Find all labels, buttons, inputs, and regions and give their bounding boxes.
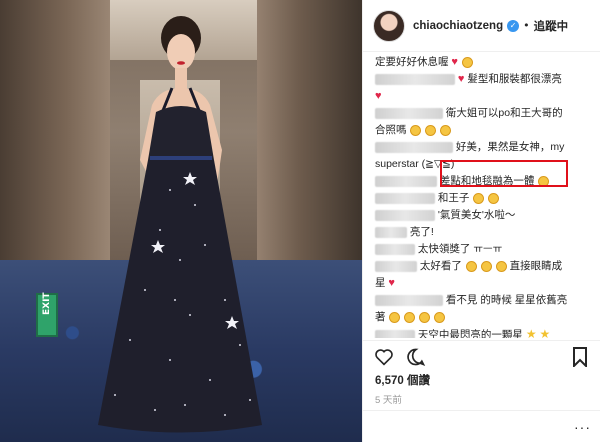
- comment-text: 著: [375, 311, 386, 323]
- sunglasses-emoji-icon: [434, 311, 446, 323]
- smile-emoji-icon: [425, 124, 437, 136]
- comment-2: ♥ 髮型和服裝都很漂亮: [375, 71, 591, 88]
- comment-3: ♥: [375, 88, 591, 105]
- comment-text: 天空中最閃亮的一顆星: [417, 329, 523, 338]
- comment-text-suffix: 直接眼睛成: [509, 260, 563, 272]
- likes-count[interactable]: 6,570 個讚: [375, 372, 430, 388]
- comment-text: 合照嗎: [375, 124, 407, 136]
- comment-text: 髮型和服裝都很漂亮: [467, 73, 562, 85]
- sunglasses-emoji-icon: [404, 311, 416, 323]
- comment-text: 衛大姐可以po和王大哥的: [445, 107, 563, 119]
- comment-1: 定要好好休息喔 ♥: [375, 54, 591, 71]
- avatar[interactable]: [373, 9, 405, 42]
- comment-5: 好美，果然是女神，my: [375, 139, 591, 156]
- comment-12-cont: 著: [375, 309, 591, 326]
- comment-8: '氣質美女'水啦～: [375, 207, 591, 224]
- post-date: 5 天前: [375, 395, 402, 406]
- like-button[interactable]: [373, 346, 395, 368]
- smile-emoji-icon: [473, 192, 485, 204]
- neck: [175, 68, 187, 90]
- sunglasses-emoji-icon: [419, 311, 431, 323]
- comment-11: 太好看了 直接眼睛成: [375, 258, 591, 275]
- comment-text: 差點和地毯融為一體: [439, 175, 535, 187]
- blurred-username: [375, 209, 435, 221]
- comment-13: 天空中最閃亮的一顆星 ★ ★: [375, 326, 591, 338]
- comment-4-cont: 合照嗎: [375, 122, 591, 139]
- comment-button[interactable]: [405, 346, 427, 368]
- heart-outline-icon: [375, 348, 393, 366]
- smile-emoji-icon: [495, 260, 507, 272]
- blurred-username: [375, 175, 437, 187]
- blurred-username: [375, 73, 455, 85]
- woman-in-gown-figure: [98, 16, 262, 433]
- post-actions-bar: [363, 340, 600, 372]
- comment-text: 星: [375, 277, 386, 289]
- blurred-username: [375, 260, 417, 272]
- star-emoji-icon: ★: [525, 327, 537, 338]
- comment-text: 定要好好休息喔: [375, 56, 449, 68]
- comment-bubble-icon: [407, 348, 426, 366]
- heart-emoji-icon: ♥: [388, 277, 395, 289]
- heart-emoji-icon: ♥: [451, 56, 458, 68]
- smile-emoji-icon: [488, 192, 500, 204]
- comment-text: 和王子: [437, 192, 470, 204]
- comment-4: 衛大姐可以po和王大哥的: [375, 105, 591, 122]
- smile-emoji-icon: [410, 124, 422, 136]
- username-link[interactable]: chiaochiaotzeng: [413, 20, 503, 32]
- comment-9: 亮了!: [375, 224, 591, 241]
- post-photo[interactable]: EXIT: [0, 0, 362, 442]
- add-comment-bar: ···: [363, 410, 600, 442]
- comment-12: 看不見 的時候 星星依舊亮: [375, 292, 591, 309]
- blurred-username: [375, 329, 415, 338]
- blurred-username: [375, 226, 407, 238]
- comment-text: 亮了!: [409, 226, 434, 238]
- post-side-panel: chiaochiaotzeng ✓ • 追蹤中 定要好好休息喔 ♥ ♥ 髮型和服…: [362, 0, 600, 442]
- comment-text: 看不見 的時候 星星依舊亮: [445, 294, 568, 306]
- sunglasses-emoji-icon: [389, 311, 401, 323]
- comment-5-cont: superstar (≧▽≦): [375, 156, 591, 173]
- heart-emoji-icon: ♥: [457, 73, 465, 85]
- comment-text: 太快領獎了 ㅠㅡㅠ: [417, 243, 503, 255]
- gown-bodice: [148, 106, 214, 160]
- heart-emoji-icon: ♥: [375, 90, 382, 102]
- comment-text: '氣質美女'水啦～: [437, 209, 516, 221]
- comment-text: superstar (≧▽≦): [375, 158, 455, 170]
- comment-6: 差點和地毯融為一體: [375, 173, 591, 190]
- blurred-username: [375, 192, 435, 204]
- blurred-username: [375, 107, 443, 119]
- lips: [177, 61, 185, 65]
- follow-separator: •: [523, 19, 530, 32]
- comment-text: 太好看了: [419, 260, 462, 272]
- bookmark-icon: [573, 346, 587, 367]
- smile-emoji-icon: [440, 124, 452, 136]
- smile-emoji-icon: [538, 175, 550, 187]
- following-button[interactable]: 追蹤中: [534, 18, 569, 34]
- comment-7: 和王子: [375, 190, 591, 207]
- save-button[interactable]: [569, 346, 591, 368]
- more-options-icon[interactable]: ···: [574, 419, 591, 435]
- star-emoji-icon: ★: [539, 327, 551, 338]
- blurred-username: [375, 294, 443, 306]
- gown-skirt: [98, 160, 262, 433]
- blurred-username: [375, 243, 415, 255]
- comment-10: 太快領獎了 ㅠㅡㅠ: [375, 241, 591, 258]
- smile-emoji-icon: [480, 260, 492, 272]
- comment-text: 好美，果然是女神，my: [455, 141, 565, 153]
- verified-badge-icon: ✓: [507, 19, 520, 32]
- post-header: chiaochiaotzeng ✓ • 追蹤中: [363, 0, 600, 52]
- blurred-username: [375, 141, 453, 153]
- comments-list[interactable]: 定要好好休息喔 ♥ ♥ 髮型和服裝都很漂亮 ♥ 衛大姐可以po和王大哥的 合照嗎…: [363, 52, 600, 338]
- comment-11-cont: 星 ♥: [375, 275, 591, 292]
- smile-emoji-icon: [461, 56, 473, 68]
- smile-emoji-icon: [465, 260, 477, 272]
